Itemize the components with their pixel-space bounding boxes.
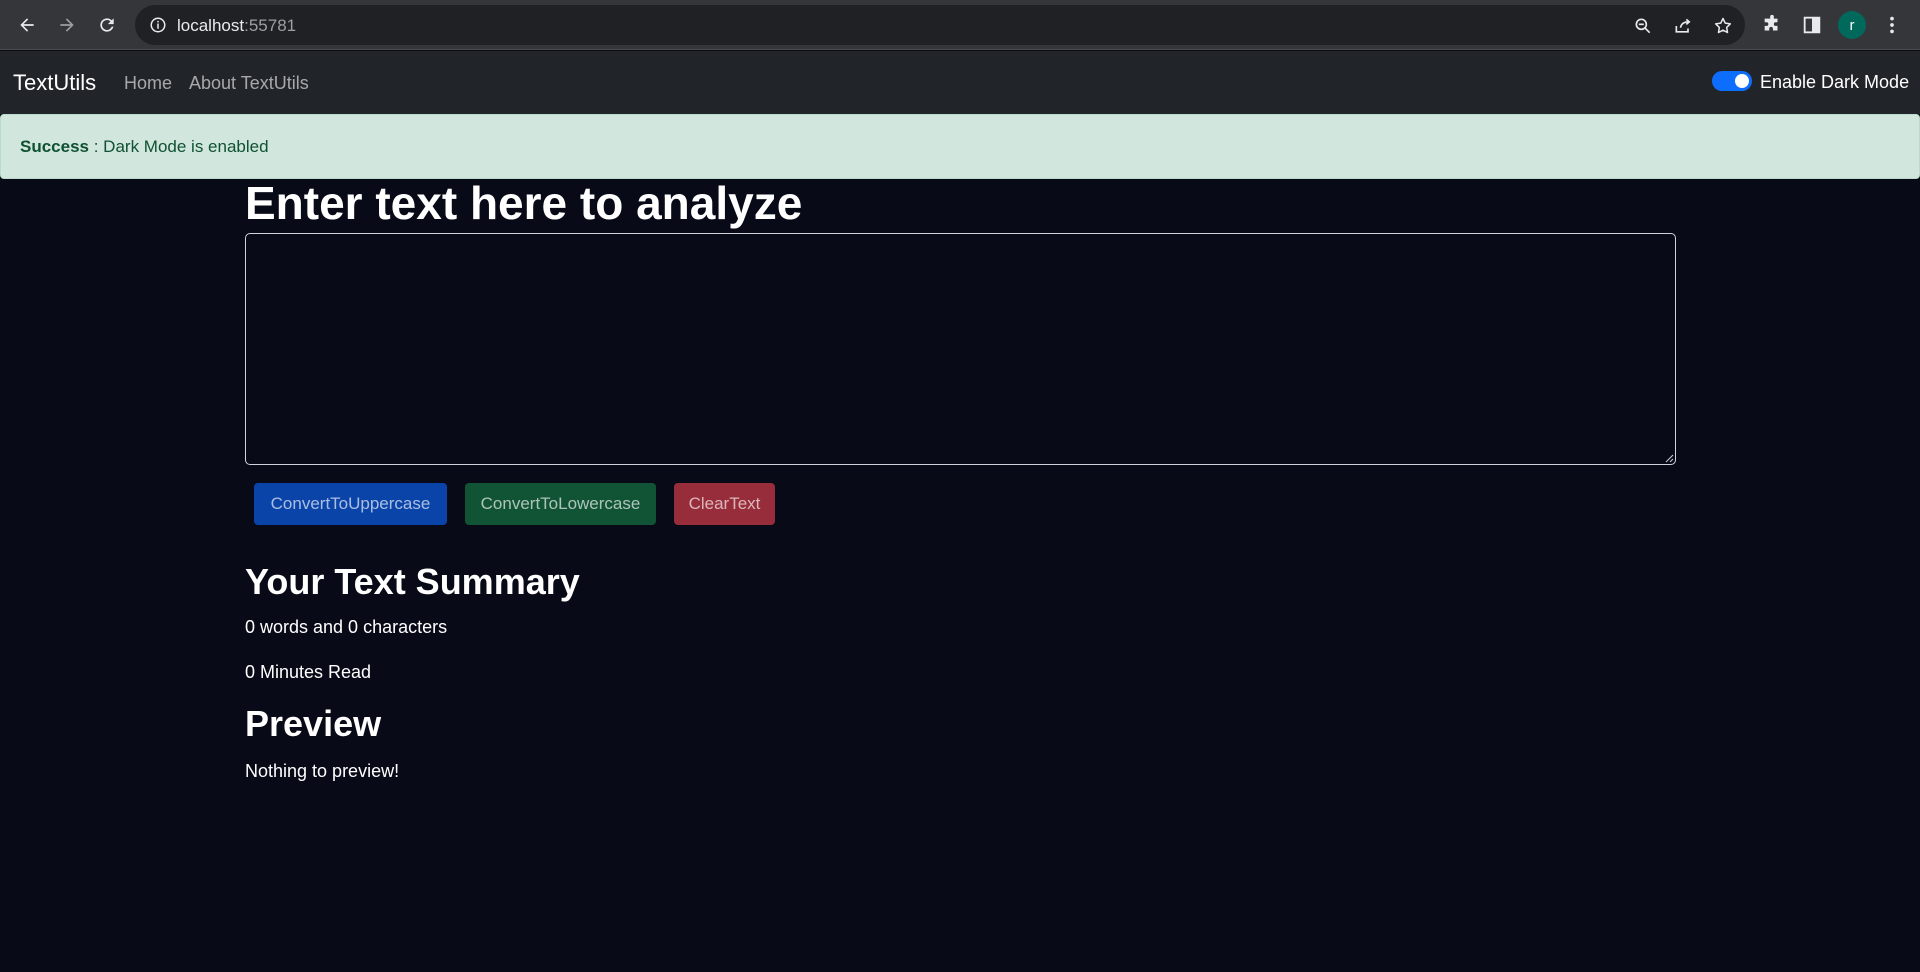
dark-mode-toggle[interactable] [1712,71,1752,91]
word-char-count: 0 words and 0 characters [245,617,448,637]
back-icon[interactable] [12,10,42,40]
bookmark-star-icon[interactable] [1712,15,1734,37]
uppercase-button[interactable]: ConvertToUppercase [254,483,447,525]
alert-type: Success [20,137,89,156]
dark-mode-label: Enable Dark Mode [1760,72,1910,92]
nav-about-link[interactable]: About TextUtils [189,73,309,94]
url-port: :55781 [244,16,297,35]
site-info-icon[interactable] [149,16,167,34]
brand-logo[interactable]: TextUtils [13,70,96,96]
preview-text: Nothing to preview! [245,761,400,781]
app-navbar: TextUtils Home About TextUtils [0,51,1920,114]
zoom-icon[interactable] [1632,15,1654,37]
browser-toolbar: localhost:55781 r [0,0,1920,50]
share-icon[interactable] [1672,15,1694,37]
lowercase-button[interactable]: ConvertToLowercase [465,483,656,525]
url-text: localhost:55781 [177,16,296,36]
reload-icon[interactable] [92,10,122,40]
alert-text: Dark Mode is enabled [103,137,269,156]
nav-home-link[interactable]: Home [124,73,172,94]
summary-heading: Your Text Summary [245,561,580,602]
preview-heading: Preview [245,703,382,744]
success-alert: Success : Dark Mode is enabled [0,114,1920,179]
alert-message: Success : Dark Mode is enabled [20,137,269,157]
page-heading: Enter text here to analyze [245,177,803,229]
toggle-knob [1735,74,1749,88]
browser-menu-icon[interactable] [1879,12,1905,38]
alert-separator: : [89,137,104,156]
forward-icon[interactable] [52,10,82,40]
side-panel-icon[interactable] [1799,12,1825,38]
profile-avatar[interactable]: r [1838,11,1866,39]
text-input[interactable] [245,233,1676,465]
url-host: localhost [177,16,245,35]
read-time: 0 Minutes Read [245,662,372,682]
resize-grip-icon[interactable] [1664,453,1674,463]
clear-text-button[interactable]: ClearText [674,483,775,525]
extensions-icon[interactable] [1759,12,1785,38]
address-bar[interactable]: localhost:55781 [135,5,1745,45]
